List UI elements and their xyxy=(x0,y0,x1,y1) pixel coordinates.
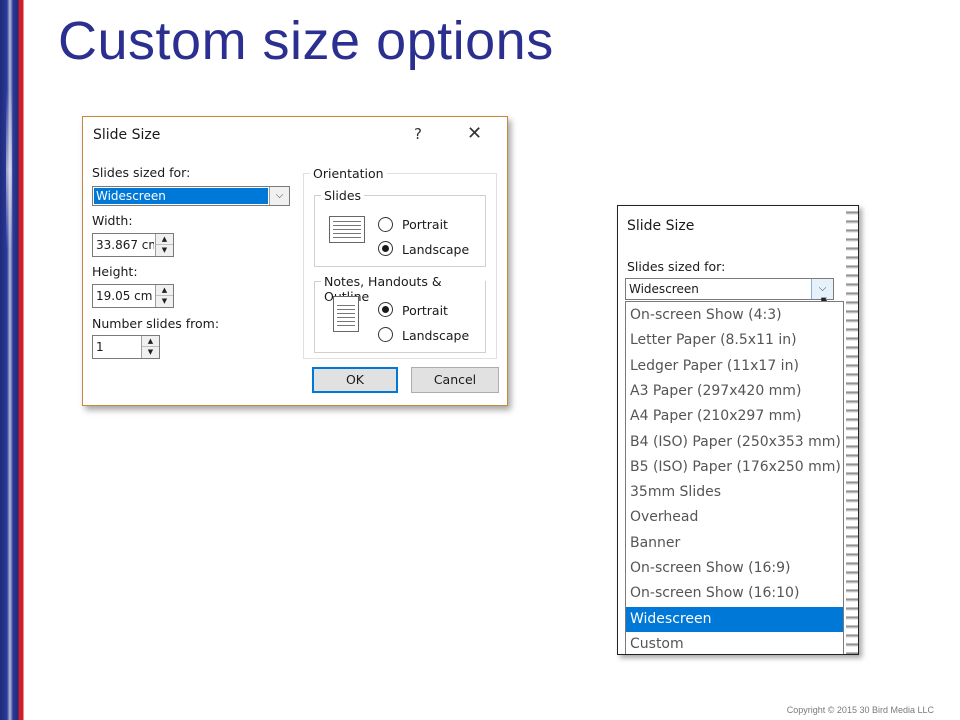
height-label: Height: xyxy=(92,264,138,279)
height-value: 19.05 cm xyxy=(96,289,153,303)
spin-down-icon[interactable]: ▼ xyxy=(156,245,173,256)
slides-sized-for-combo[interactable]: Widescreen ⌵ xyxy=(625,278,834,300)
slides-group-label: Slides xyxy=(321,188,365,203)
list-item[interactable]: Widescreen xyxy=(626,606,843,632)
list-item[interactable]: Ledger Paper (11x17 in) xyxy=(626,354,843,379)
chevron-down-icon[interactable]: ⌵ xyxy=(269,187,289,205)
help-button[interactable]: ? xyxy=(414,125,422,143)
dialog-title: Slide Size xyxy=(627,218,695,234)
list-item[interactable]: On-screen Show (16:10) xyxy=(626,581,843,606)
width-label: Width: xyxy=(92,213,133,228)
slides-sized-for-label: Slides sized for: xyxy=(627,259,726,274)
slides-sized-for-label: Slides sized for: xyxy=(92,165,191,180)
number-slides-value: 1 xyxy=(96,340,104,354)
ok-button[interactable]: OK xyxy=(312,367,398,393)
list-item[interactable]: Letter Paper (8.5x11 in) xyxy=(626,328,843,353)
spin-up-icon[interactable]: ▲ xyxy=(156,234,173,245)
left-decorative-bar xyxy=(0,0,24,720)
slide-size-dropdown-dialog: Slide Size Slides sized for: Widescreen … xyxy=(617,205,859,655)
height-stepper[interactable]: 19.05 cm ▲ ▼ xyxy=(92,284,174,308)
list-item[interactable]: Overhead xyxy=(626,505,843,530)
notes-landscape-radio[interactable] xyxy=(378,327,393,342)
slides-sized-for-combo[interactable]: Widescreen ⌵ xyxy=(92,186,290,206)
notes-orientation-group: Notes, Handouts & Outline Portrait Lands… xyxy=(314,274,486,353)
number-slides-stepper[interactable]: 1 ▲ ▼ xyxy=(92,335,160,359)
torn-edge xyxy=(846,206,858,654)
list-item[interactable]: A4 Paper (210x297 mm) xyxy=(626,404,843,429)
slide-title: Custom size options xyxy=(58,11,554,71)
slides-sized-for-value: Widescreen xyxy=(94,188,268,204)
slide-size-dialog: Slide Size ? ✕ Slides sized for: Widescr… xyxy=(82,116,508,406)
slides-landscape-label: Landscape xyxy=(402,242,470,257)
width-stepper[interactable]: 33.867 cm ▲ ▼ xyxy=(92,233,174,257)
notes-landscape-label: Landscape xyxy=(402,328,470,343)
dialog-title: Slide Size xyxy=(93,127,161,143)
number-slides-label: Number slides from: xyxy=(92,316,220,331)
landscape-page-icon xyxy=(329,216,365,243)
slides-sized-for-value: Widescreen xyxy=(629,282,699,296)
width-value: 33.867 cm xyxy=(96,238,154,252)
list-item[interactable]: B4 (ISO) Paper (250x353 mm) xyxy=(626,430,843,455)
close-button[interactable]: ✕ xyxy=(467,123,482,144)
spin-up-icon[interactable]: ▲ xyxy=(156,285,173,296)
slides-orientation-group: Slides Portrait Landscape xyxy=(314,188,486,267)
slides-portrait-radio[interactable] xyxy=(378,217,393,232)
orientation-label: Orientation xyxy=(310,166,387,181)
slides-portrait-label: Portrait xyxy=(402,217,448,232)
notes-portrait-label: Portrait xyxy=(402,303,448,318)
spin-down-icon[interactable]: ▼ xyxy=(142,347,159,358)
slides-landscape-radio[interactable] xyxy=(378,241,393,256)
list-item[interactable]: On-screen Show (16:9) xyxy=(626,556,843,581)
size-options-list[interactable]: On-screen Show (4:3) Letter Paper (8.5x11… xyxy=(625,301,844,654)
copyright-text: Copyright © 2015 30 Bird Media LLC xyxy=(786,705,934,715)
list-item[interactable]: Custom xyxy=(626,632,843,654)
list-item[interactable]: Banner xyxy=(626,531,843,556)
notes-portrait-radio[interactable] xyxy=(378,302,393,317)
spin-down-icon[interactable]: ▼ xyxy=(156,296,173,307)
list-item[interactable]: A3 Paper (297x420 mm) xyxy=(626,379,843,404)
list-item[interactable]: B5 (ISO) Paper (176x250 mm) xyxy=(626,455,843,480)
portrait-page-icon xyxy=(333,296,359,332)
spin-up-icon[interactable]: ▲ xyxy=(142,336,159,347)
cancel-button[interactable]: Cancel xyxy=(411,367,499,393)
list-item[interactable]: 35mm Slides xyxy=(626,480,843,505)
list-item[interactable]: On-screen Show (4:3) xyxy=(626,303,843,328)
